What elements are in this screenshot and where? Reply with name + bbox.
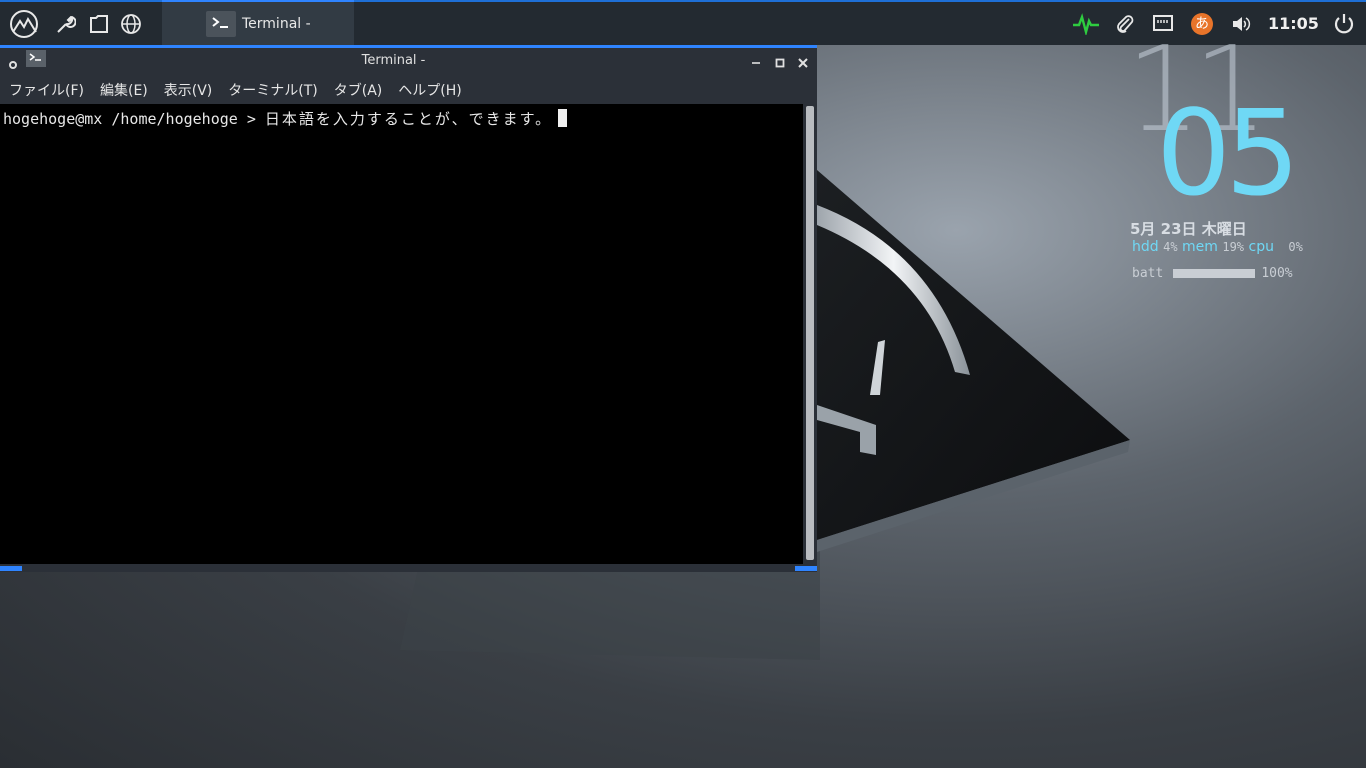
conky-battery: batt 100% (1132, 266, 1293, 281)
vertical-scrollbar[interactable] (803, 104, 817, 564)
cpu-value: 0% (1288, 240, 1303, 254)
mx-logo-menu-button[interactable] (4, 2, 44, 45)
window-titlebar[interactable]: Terminal - (0, 48, 817, 73)
panel-clock[interactable]: 11:05 (1268, 2, 1319, 45)
battery-bar-fill (1173, 269, 1256, 278)
taskbar-item-terminal[interactable]: Terminal - (162, 0, 354, 45)
power-icon (1334, 13, 1354, 33)
menu-help[interactable]: ヘルプ(H) (390, 80, 469, 100)
web-browser-button[interactable] (118, 2, 144, 45)
resize-handle-right[interactable] (795, 566, 817, 571)
maximize-button[interactable] (774, 54, 786, 68)
close-button[interactable] (797, 54, 809, 68)
wrench-icon (57, 15, 76, 33)
menu-file[interactable]: ファイル(F) (0, 80, 92, 100)
typed-input: 日本語を入力することが、できます。 (264, 110, 553, 128)
power-button[interactable] (1330, 2, 1358, 45)
conky-date: 5月 23日 木曜日 (1130, 220, 1247, 238)
battery-bar (1173, 269, 1256, 278)
shell-prompt: hogehoge@mx /home/hogehoge > (3, 110, 265, 128)
system-monitor-indicator[interactable] (1070, 2, 1102, 45)
terminal-icon (206, 10, 236, 37)
file-manager-button[interactable] (86, 2, 112, 45)
mem-label: mem (1182, 239, 1218, 255)
terminal-window: Terminal - ファイル(F) 編集(E) 表示(V) ターミナル(T) … (0, 45, 817, 572)
conky-widget: 11 05 5月 23日 木曜日 hdd 4% mem 19% cpu 0% b… (1120, 30, 1360, 300)
batt-label: batt (1132, 266, 1164, 281)
maximize-icon (775, 58, 785, 68)
globe-icon (121, 13, 141, 34)
hdd-value: 4% (1163, 240, 1178, 254)
minimize-icon (752, 62, 760, 64)
folder-icon (90, 14, 108, 33)
menu-view[interactable]: 表示(V) (156, 80, 221, 100)
activity-icon (1073, 12, 1099, 35)
settings-wrench-button[interactable] (52, 2, 78, 45)
close-icon (798, 58, 808, 68)
menu-tabs[interactable]: タブ(A) (326, 80, 391, 100)
window-bottom-border (0, 564, 817, 572)
menu-terminal[interactable]: ターミナル(T) (220, 80, 325, 100)
mx-logo-icon (10, 9, 38, 38)
minimize-button[interactable] (750, 54, 762, 66)
conky-stats: hdd 4% mem 19% cpu 0% (1132, 239, 1303, 255)
menu-edit[interactable]: 編集(E) (92, 80, 156, 100)
batt-value: 100% (1261, 266, 1293, 281)
terminal-area[interactable]: hogehoge@mx /home/hogehoge > 日本語を入力することが… (0, 104, 803, 564)
hdd-label: hdd (1132, 239, 1159, 255)
scrollbar-thumb[interactable] (806, 106, 814, 560)
text-cursor (558, 109, 568, 127)
terminal-line: hogehoge@mx /home/hogehoge > 日本語を入力することが… (3, 108, 568, 129)
window-title: Terminal - (361, 53, 426, 68)
resize-handle-left[interactable] (0, 566, 22, 571)
menu-bar: ファイル(F) 編集(E) 表示(V) ターミナル(T) タブ(A) ヘルプ(H… (0, 76, 817, 104)
taskbar-item-label: Terminal - (242, 15, 311, 32)
conky-minute: 05 (1156, 84, 1300, 222)
cpu-label: cpu (1248, 239, 1274, 255)
mem-value: 19% (1222, 240, 1245, 254)
